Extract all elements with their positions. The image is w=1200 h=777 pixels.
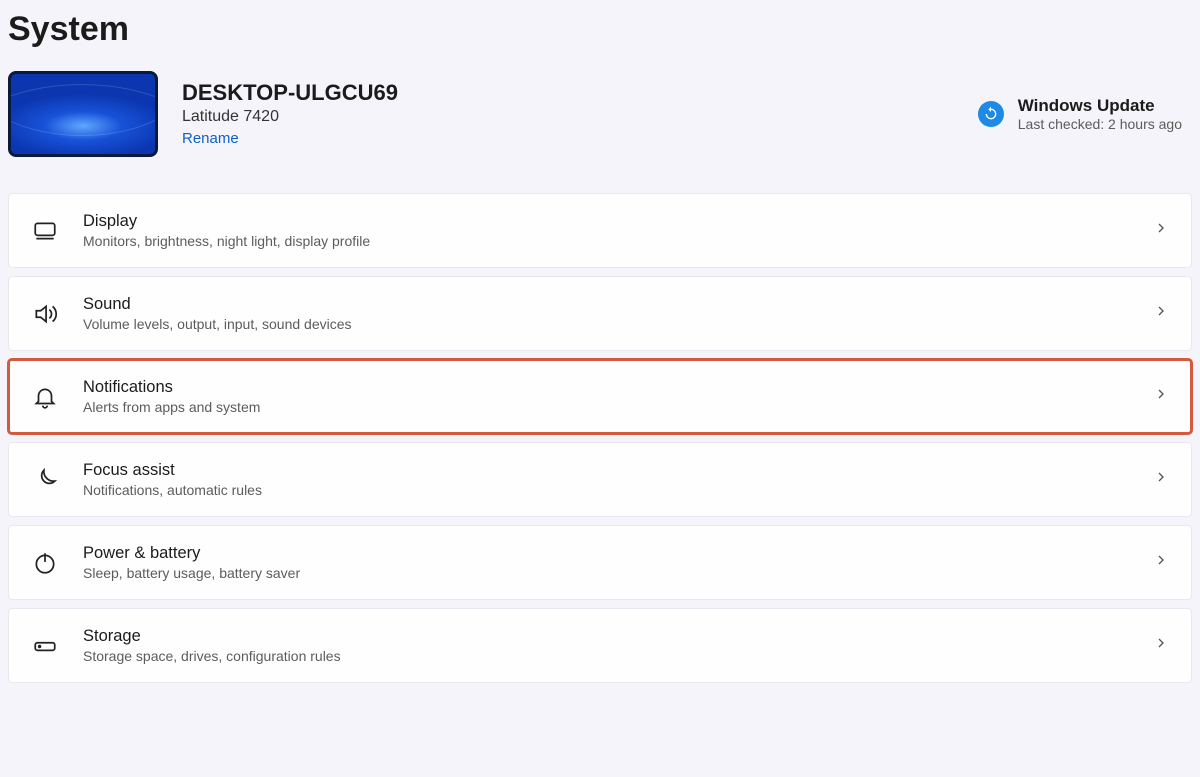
setting-title: Sound [83, 295, 1129, 314]
chevron-right-icon [1153, 386, 1169, 407]
setting-subtitle: Volume levels, output, input, sound devi… [83, 316, 1129, 332]
setting-subtitle: Sleep, battery usage, battery saver [83, 565, 1129, 581]
page-title: System [0, 0, 1200, 67]
sound-icon [31, 300, 59, 328]
windows-update-block[interactable]: Windows Update Last checked: 2 hours ago [978, 96, 1182, 132]
device-name: DESKTOP-ULGCU69 [182, 80, 954, 106]
windows-update-title: Windows Update [1018, 96, 1182, 116]
device-model: Latitude 7420 [182, 108, 954, 126]
setting-subtitle: Alerts from apps and system [83, 399, 1129, 415]
setting-row-power-battery[interactable]: Power & battery Sleep, battery usage, ba… [8, 525, 1192, 600]
setting-row-notifications[interactable]: Notifications Alerts from apps and syste… [8, 359, 1192, 434]
setting-title: Focus assist [83, 461, 1129, 480]
setting-title: Storage [83, 627, 1129, 646]
chevron-right-icon [1153, 552, 1169, 573]
device-header: DESKTOP-ULGCU69 Latitude 7420 Rename Win… [0, 67, 1200, 193]
setting-row-storage[interactable]: Storage Storage space, drives, configura… [8, 608, 1192, 683]
setting-title: Display [83, 212, 1129, 231]
device-info: DESKTOP-ULGCU69 Latitude 7420 Rename [182, 80, 954, 148]
chevron-right-icon [1153, 220, 1169, 241]
chevron-right-icon [1153, 303, 1169, 324]
setting-row-display[interactable]: Display Monitors, brightness, night ligh… [8, 193, 1192, 268]
setting-subtitle: Notifications, automatic rules [83, 482, 1129, 498]
moon-icon [31, 466, 59, 494]
setting-row-focus-assist[interactable]: Focus assist Notifications, automatic ru… [8, 442, 1192, 517]
setting-subtitle: Monitors, brightness, night light, displ… [83, 233, 1129, 249]
setting-subtitle: Storage space, drives, configuration rul… [83, 648, 1129, 664]
chevron-right-icon [1153, 469, 1169, 490]
setting-title: Power & battery [83, 544, 1129, 563]
monitor-icon [31, 217, 59, 245]
windows-update-subtitle: Last checked: 2 hours ago [1018, 116, 1182, 132]
setting-title: Notifications [83, 378, 1129, 397]
power-icon [31, 549, 59, 577]
chevron-right-icon [1153, 635, 1169, 656]
update-sync-icon [978, 101, 1004, 127]
rename-link[interactable]: Rename [182, 130, 239, 147]
device-wallpaper-thumbnail[interactable] [8, 71, 158, 157]
storage-icon [31, 632, 59, 660]
bell-icon [31, 383, 59, 411]
setting-row-sound[interactable]: Sound Volume levels, output, input, soun… [8, 276, 1192, 351]
system-settings-list: Display Monitors, brightness, night ligh… [0, 193, 1200, 683]
